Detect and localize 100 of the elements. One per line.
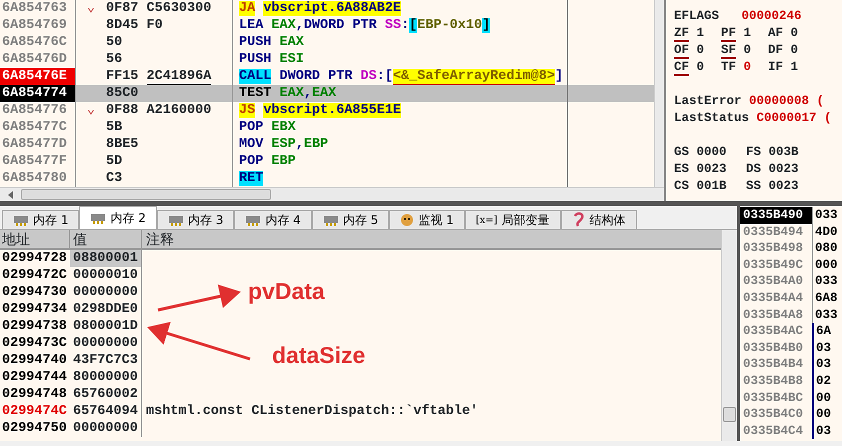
column-header: 注释 xyxy=(145,231,174,248)
value-cell: 00 xyxy=(812,390,842,406)
flag-value: 0 xyxy=(696,43,704,57)
flag-value: 1 xyxy=(744,26,752,40)
address-cell-text: 0299472C xyxy=(1,267,68,284)
bytes-cell: 5B xyxy=(106,119,122,136)
memory-tab[interactable]: 内存 4 xyxy=(234,210,312,229)
flag-name: CF xyxy=(674,60,690,76)
memory-tab[interactable]: [x=] 局部变量 xyxy=(464,210,561,229)
address-cell-text: 0299474C xyxy=(1,403,68,420)
address-cell-text: 0335B49C xyxy=(742,256,804,274)
annotation-label: dataSize xyxy=(272,342,366,368)
address-cell-text: 0335B4C4 xyxy=(742,422,804,440)
instruction: LEA EAX,DWORD PTR SS:[EBP-0x10] xyxy=(239,18,490,33)
address-cell: 0335B490 xyxy=(740,207,812,224)
annotation-label: pvData xyxy=(248,278,325,304)
bytes-cell: 8BE5 xyxy=(106,136,138,153)
value-cell: 6A8 xyxy=(812,290,842,307)
memory-tab[interactable]: 结构体 xyxy=(560,210,637,229)
register-value: 001B xyxy=(696,179,727,193)
flag-name: AF xyxy=(768,26,784,40)
flag-name: TF xyxy=(721,60,736,74)
register-label: ES xyxy=(674,162,690,176)
scroll-left-icon[interactable] xyxy=(8,190,13,198)
flag-name: IF xyxy=(768,60,784,74)
value-cell: 08800001 xyxy=(70,250,142,267)
bytes-cell: 85C0 xyxy=(106,85,138,102)
address-cell-text: 02994748 xyxy=(1,386,68,403)
address-cell: 6A854776 xyxy=(0,102,76,119)
bytes-cell: 0F88 A2160000 xyxy=(106,102,212,119)
memory-tab[interactable]: 内存 1 xyxy=(2,210,80,229)
register-label: GS xyxy=(674,145,690,159)
address-cell-text: 0335B4B4 xyxy=(742,356,804,373)
instruction: RET xyxy=(239,171,264,186)
instruction: TEST EAX,EAX xyxy=(239,86,336,101)
address-cell-text: 0335B498 xyxy=(742,240,804,257)
address-cell-text: 02994750 xyxy=(1,420,68,437)
address-cell-text: 02994740 xyxy=(1,352,68,369)
memory-chip-icon xyxy=(13,214,29,226)
register-value: 0023 xyxy=(768,179,799,193)
instruction: JS vbscript.6A855E1E xyxy=(239,103,402,118)
address-cell-text: 02994734 xyxy=(1,301,68,318)
value-cell: 033 xyxy=(812,207,842,224)
value-cell: 03 xyxy=(812,422,842,440)
scrollbar-thumb[interactable] xyxy=(723,407,736,422)
memory-tab[interactable]: 内存 5 xyxy=(312,210,390,229)
memory-tab[interactable]: 内存 2 xyxy=(79,206,157,229)
bytes-cell: 8D45 F0 xyxy=(106,17,163,34)
column-header: 值 xyxy=(70,230,142,248)
address-cell: 6A85477C xyxy=(0,119,76,136)
address-cell: 6A85476C xyxy=(0,34,76,51)
register-value: 0023 xyxy=(768,162,799,176)
memory-chip-icon xyxy=(90,212,106,224)
value-cell: 03 xyxy=(812,356,842,373)
animal-face-icon xyxy=(400,213,414,227)
instruction: POP EBP xyxy=(239,154,296,169)
flag-value: 1 xyxy=(790,60,798,74)
flag-name: ZF xyxy=(674,26,690,42)
register-label: DS xyxy=(746,162,762,176)
memory-chip-icon xyxy=(245,214,262,226)
register-label: SS xyxy=(746,179,762,193)
address-cell: 6A85476E xyxy=(0,68,76,85)
scrollbar[interactable] xyxy=(654,0,664,187)
value-cell: 080 xyxy=(812,240,842,257)
instruction: PUSH ESI xyxy=(239,52,304,67)
address-cell-text: 0335B4C0 xyxy=(742,406,804,423)
instruction: PUSH EAX xyxy=(239,35,304,50)
jump-arrow-icon: ⌄ xyxy=(76,102,106,119)
value-cell: 4D0 xyxy=(812,224,842,240)
squiggle-icon xyxy=(572,212,586,228)
bytes-cell: C3 xyxy=(106,170,122,187)
register-value: 00000246 xyxy=(742,9,802,23)
instruction: MOV ESP,EBP xyxy=(239,137,328,152)
address-cell-text: 0335B4BC xyxy=(742,390,804,406)
bytes-cell: 0F87 C5630300 xyxy=(106,0,212,17)
value-cell: 43F7C7C3 xyxy=(70,352,142,369)
flag-name: SF xyxy=(721,43,736,59)
address-cell-text: 0335B4A0 xyxy=(742,273,804,290)
address-cell-text: 0299473C xyxy=(1,335,68,352)
flag-value: 0 xyxy=(790,26,798,40)
address-cell-text: 0335B4A4 xyxy=(742,290,804,307)
value-cell: 000 xyxy=(812,256,842,274)
register-label: LastError xyxy=(674,94,742,108)
bytes-cell: 5D xyxy=(106,153,122,170)
register-label: LastStatus xyxy=(674,111,750,125)
scrollbar-thumb[interactable] xyxy=(21,189,271,200)
address-cell: 6A85477D xyxy=(0,136,76,153)
variable-icon: [x=] xyxy=(476,212,498,228)
memory-chip-icon xyxy=(168,214,184,226)
comment-cell-text: mshtml.const CListenerDispatch::`vftable' xyxy=(145,403,478,420)
address-cell-text: 02994744 xyxy=(1,369,68,386)
value-cell: 02 xyxy=(812,372,842,390)
address-cell: 6A854763 xyxy=(0,0,76,17)
register-value: 0023 xyxy=(696,162,727,176)
bytes-cell: 50 xyxy=(106,34,122,51)
address-cell-text: 0335B494 xyxy=(742,224,804,240)
memory-tab[interactable]: 监视 1 xyxy=(389,210,465,229)
address-cell-text: 02994730 xyxy=(1,284,68,301)
address-cell-text: 02994728 xyxy=(1,250,68,267)
memory-tab[interactable]: 内存 3 xyxy=(156,210,234,229)
